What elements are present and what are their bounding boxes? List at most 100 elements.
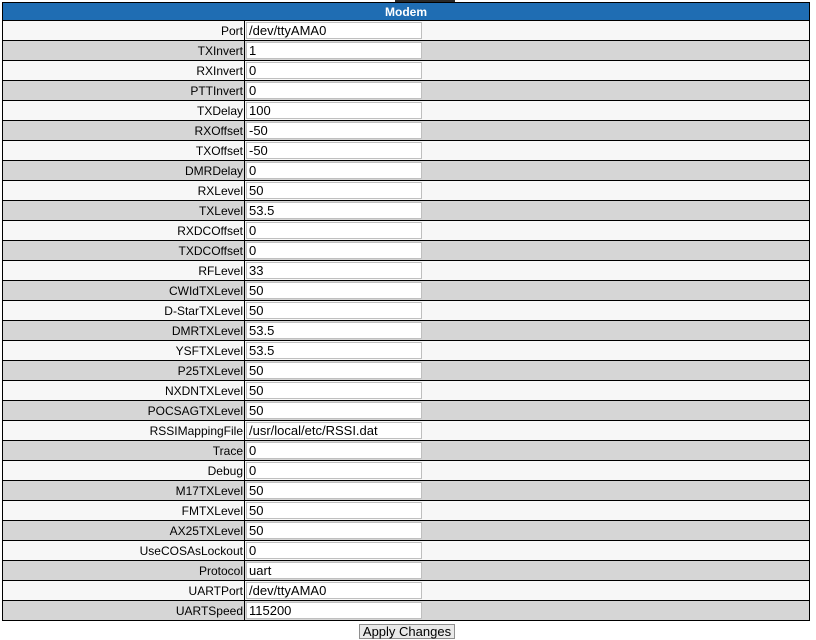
section-title: Modem [2, 2, 810, 21]
field-label: DMRTXLevel [2, 320, 245, 341]
field-input[interactable] [246, 42, 422, 59]
field-label: Protocol [2, 560, 245, 581]
field-label: RSSIMappingFile [2, 420, 245, 441]
field-input[interactable] [246, 322, 422, 339]
apply-changes-button[interactable]: Apply Changes [358, 624, 456, 639]
field-value-cell [244, 500, 810, 521]
field-input[interactable] [246, 522, 422, 539]
field-input[interactable] [246, 162, 422, 179]
field-label: D-StarTXLevel [2, 300, 245, 321]
field-label: FMTXLevel [2, 500, 245, 521]
field-value-cell [244, 40, 810, 61]
field-value-cell [244, 240, 810, 261]
field-input[interactable] [246, 542, 422, 559]
table-row: M17TXLevel [2, 480, 810, 501]
field-value-cell [244, 140, 810, 161]
field-input[interactable] [246, 22, 422, 39]
field-label: TXInvert [2, 40, 245, 61]
field-value-cell [244, 480, 810, 501]
field-label: RXOffset [2, 120, 245, 141]
field-label: TXDCOffset [2, 240, 245, 261]
field-input[interactable] [246, 442, 422, 459]
table-row: DMRDelay [2, 160, 810, 181]
config-rows: PortTXInvertRXInvertPTTInvertTXDelayRXOf… [2, 20, 810, 621]
field-value-cell [244, 440, 810, 461]
field-value-cell [244, 340, 810, 361]
field-value-cell [244, 80, 810, 101]
field-label: PTTInvert [2, 80, 245, 101]
field-label: M17TXLevel [2, 480, 245, 501]
field-label: Debug [2, 460, 245, 481]
field-input[interactable] [246, 402, 422, 419]
field-label: RFLevel [2, 260, 245, 281]
field-value-cell [244, 180, 810, 201]
field-label: AX25TXLevel [2, 520, 245, 541]
table-row: PTTInvert [2, 80, 810, 101]
field-input[interactable] [246, 262, 422, 279]
field-value-cell [244, 460, 810, 481]
table-row: RFLevel [2, 260, 810, 281]
table-row: RXDCOffset [2, 220, 810, 241]
field-input[interactable] [246, 462, 422, 479]
action-bar: Apply Changes [0, 621, 808, 640]
field-value-cell [244, 280, 810, 301]
field-input[interactable] [246, 562, 422, 579]
table-row: TXDelay [2, 100, 810, 121]
field-label: TXLevel [2, 200, 245, 221]
field-input[interactable] [246, 202, 422, 219]
field-value-cell [244, 200, 810, 221]
field-label: UseCOSAsLockout [2, 540, 245, 561]
field-input[interactable] [246, 502, 422, 519]
field-input[interactable] [246, 222, 422, 239]
table-row: FMTXLevel [2, 500, 810, 521]
table-row: RXLevel [2, 180, 810, 201]
field-value-cell [244, 260, 810, 281]
field-input[interactable] [246, 82, 422, 99]
field-value-cell [244, 60, 810, 81]
table-row: UseCOSAsLockout [2, 540, 810, 561]
table-row: D-StarTXLevel [2, 300, 810, 321]
modem-config-table: Modem PortTXInvertRXInvertPTTInvertTXDel… [2, 2, 810, 621]
field-value-cell [244, 300, 810, 321]
table-row: TXOffset [2, 140, 810, 161]
field-input[interactable] [246, 182, 422, 199]
field-label: TXDelay [2, 100, 245, 121]
field-input[interactable] [246, 382, 422, 399]
field-input[interactable] [246, 602, 422, 619]
field-value-cell [244, 320, 810, 341]
table-row: YSFTXLevel [2, 340, 810, 361]
field-input[interactable] [246, 422, 422, 439]
table-row: P25TXLevel [2, 360, 810, 381]
field-label: Port [2, 20, 245, 41]
table-row: Trace [2, 440, 810, 461]
field-value-cell [244, 360, 810, 381]
field-value-cell [244, 540, 810, 561]
field-value-cell [244, 120, 810, 141]
field-input[interactable] [246, 102, 422, 119]
field-input[interactable] [246, 482, 422, 499]
field-input[interactable] [246, 142, 422, 159]
field-input[interactable] [246, 62, 422, 79]
table-row: RXInvert [2, 60, 810, 81]
table-header-row: Modem [2, 2, 810, 21]
field-input[interactable] [246, 302, 422, 319]
field-value-cell [244, 520, 810, 541]
field-input[interactable] [246, 582, 422, 599]
field-label: Trace [2, 440, 245, 461]
field-input[interactable] [246, 342, 422, 359]
field-label: UARTPort [2, 580, 245, 601]
field-input[interactable] [246, 362, 422, 379]
field-value-cell [244, 20, 810, 41]
field-input[interactable] [246, 282, 422, 299]
field-value-cell [244, 160, 810, 181]
field-input[interactable] [246, 122, 422, 139]
field-value-cell [244, 220, 810, 241]
field-label: NXDNTXLevel [2, 380, 245, 401]
field-label: RXInvert [2, 60, 245, 81]
field-label: TXOffset [2, 140, 245, 161]
table-row: UARTPort [2, 580, 810, 601]
field-input[interactable] [246, 242, 422, 259]
field-label: RXDCOffset [2, 220, 245, 241]
field-value-cell [244, 600, 810, 621]
field-value-cell [244, 560, 810, 581]
